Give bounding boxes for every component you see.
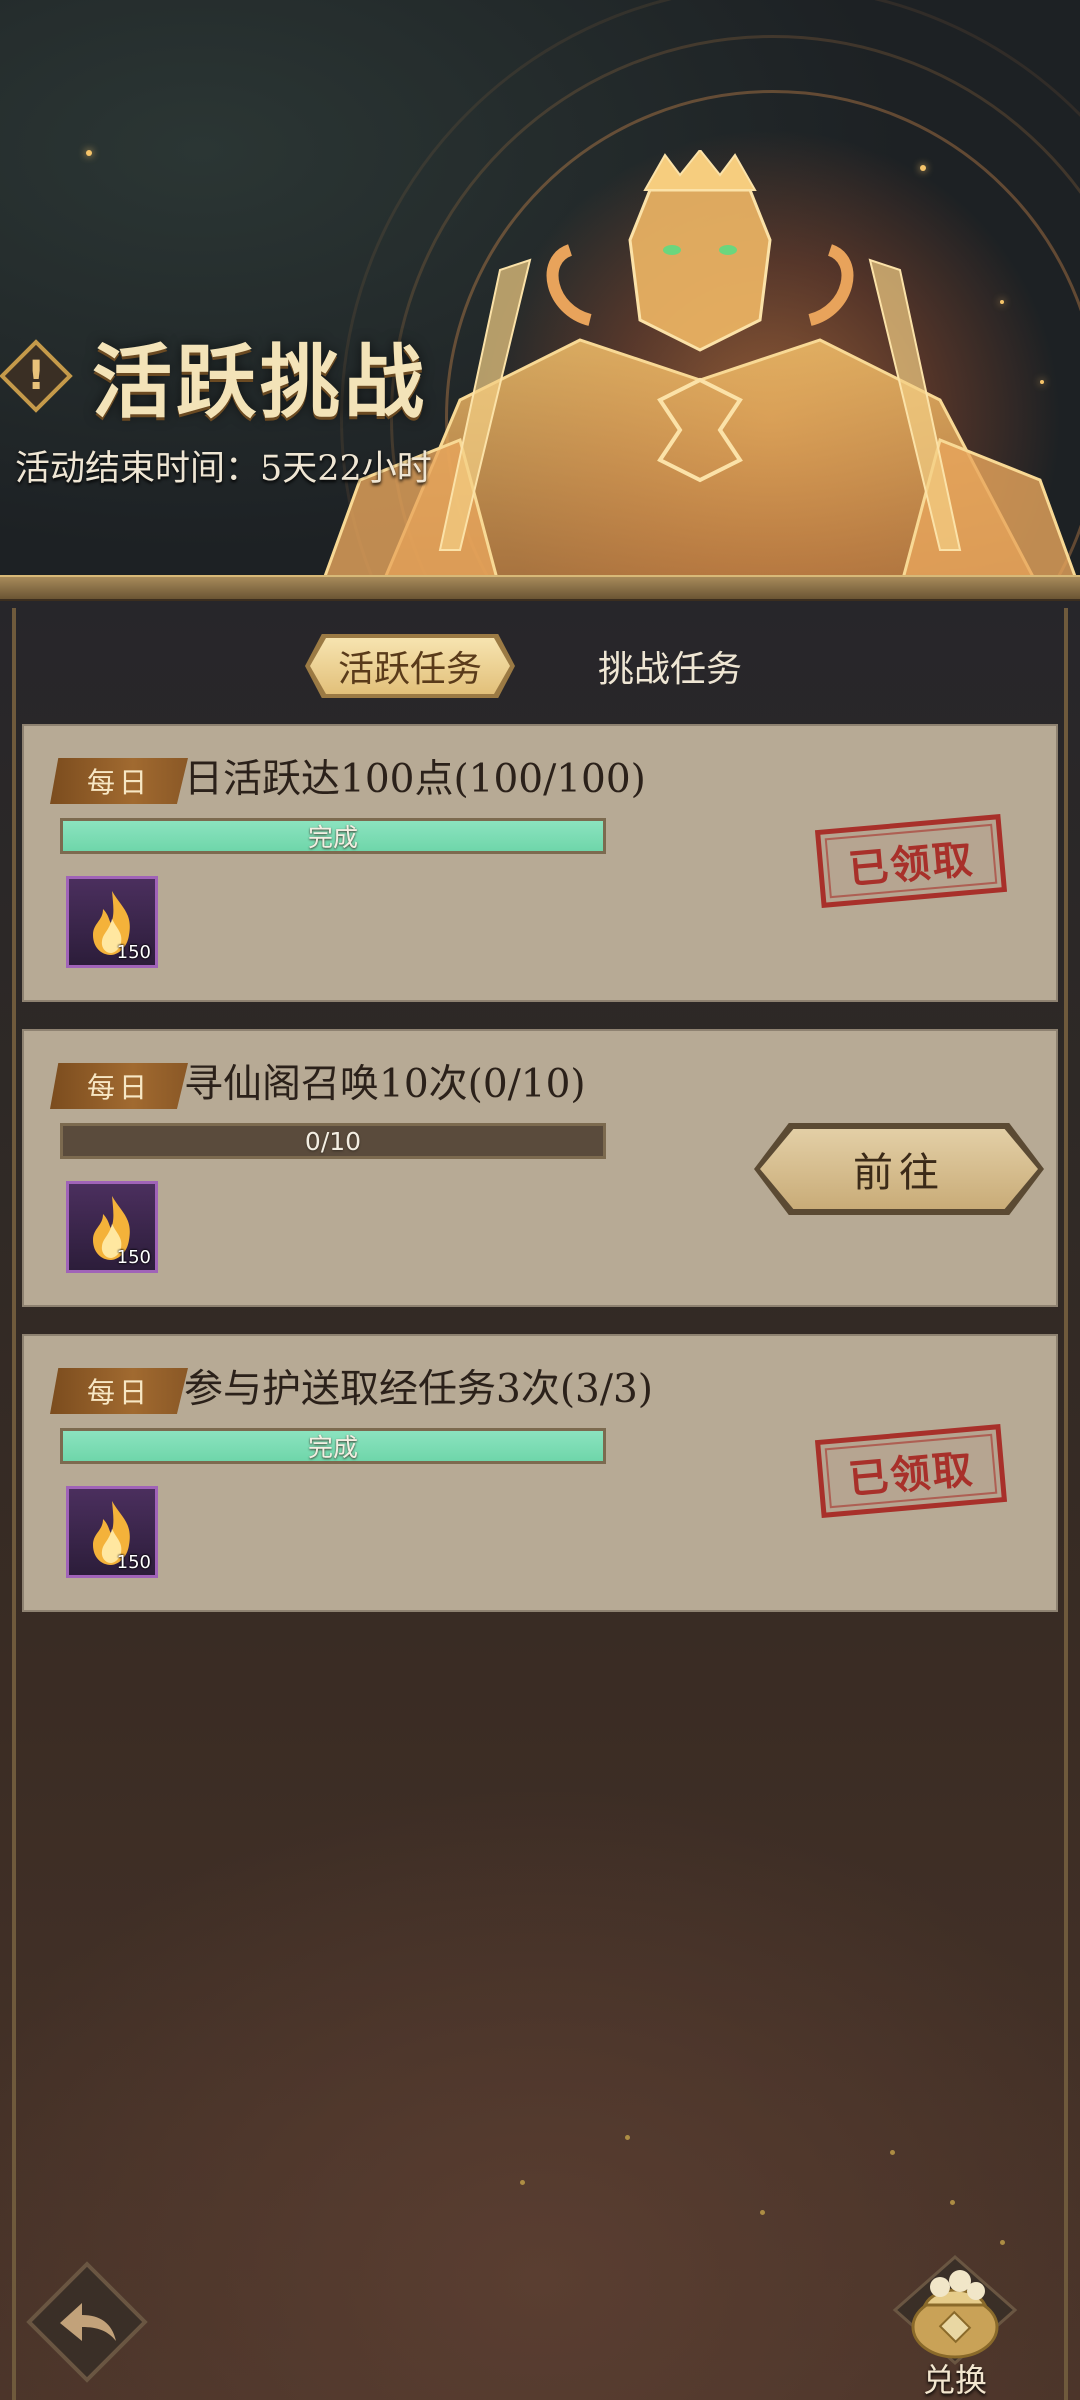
event-header-banner: ! 活跃挑战 活动结束时间：5天22小时 bbox=[0, 0, 1080, 600]
alert-info-icon[interactable]: ! bbox=[0, 339, 73, 413]
page-title: 活跃挑战 bbox=[92, 335, 428, 429]
header-divider bbox=[0, 575, 1080, 601]
progress-text: 完成 bbox=[307, 1433, 358, 1462]
claimed-stamp: 已领取 bbox=[814, 814, 1008, 908]
reward-quantity: 150 bbox=[116, 1247, 151, 1268]
progress-text: 0/10 bbox=[304, 1126, 362, 1156]
go-button-label: 前往 bbox=[760, 1129, 1038, 1209]
golden-deity-illustration bbox=[320, 150, 1080, 590]
go-button[interactable]: 前往 bbox=[754, 1123, 1044, 1215]
screen-root: ! 活跃挑战 活动结束时间：5天22小时 活跃任务 挑战任务 每日 日活跃达10… bbox=[0, 0, 1080, 2400]
title-row: ! 活跃挑战 bbox=[0, 318, 428, 434]
task-card: 每日 寻仙阁召唤10次(0/10) 0/10 150 前往 bbox=[22, 1029, 1058, 1307]
daily-badge: 每日 bbox=[50, 1368, 188, 1414]
exchange-label: 兑换 bbox=[922, 2361, 987, 2399]
task-progress-bar: 完成 bbox=[60, 1428, 606, 1464]
task-title: 寻仙阁召唤10次(0/10) bbox=[184, 1062, 586, 1107]
reward-item[interactable]: 150 bbox=[66, 1486, 158, 1578]
task-progress-bar: 0/10 bbox=[60, 1123, 606, 1159]
treasure-pouch-icon bbox=[892, 2255, 1018, 2365]
reward-item[interactable]: 150 bbox=[66, 1181, 158, 1273]
daily-badge: 每日 bbox=[50, 1063, 188, 1109]
reward-quantity: 150 bbox=[116, 1552, 151, 1573]
reward-item[interactable]: 150 bbox=[66, 876, 158, 968]
task-tabs: 活跃任务 挑战任务 bbox=[0, 630, 1080, 700]
task-title: 参与护送取经任务3次(3/3) bbox=[184, 1367, 654, 1412]
event-end-time: 活动结束时间：5天22小时 bbox=[15, 449, 432, 489]
progress-text: 完成 bbox=[307, 823, 358, 852]
exchange-button[interactable]: 兑换 bbox=[890, 2255, 1020, 2400]
tab-active-tasks[interactable]: 活跃任务 bbox=[310, 638, 510, 694]
reward-quantity: 150 bbox=[116, 942, 151, 963]
task-card: 每日 日活跃达100点(100/100) 完成 150 已领取 bbox=[22, 724, 1058, 1002]
tab-challenge-tasks[interactable]: 挑战任务 bbox=[590, 638, 750, 694]
task-title: 日活跃达100点(100/100) bbox=[184, 757, 646, 802]
claimed-stamp: 已领取 bbox=[814, 1424, 1008, 1518]
daily-badge: 每日 bbox=[50, 758, 188, 804]
back-button[interactable] bbox=[26, 2261, 148, 2383]
task-card: 每日 参与护送取经任务3次(3/3) 完成 150 已领取 bbox=[22, 1334, 1058, 1612]
task-progress-bar: 完成 bbox=[60, 818, 606, 854]
back-arrow-icon bbox=[60, 2303, 116, 2341]
